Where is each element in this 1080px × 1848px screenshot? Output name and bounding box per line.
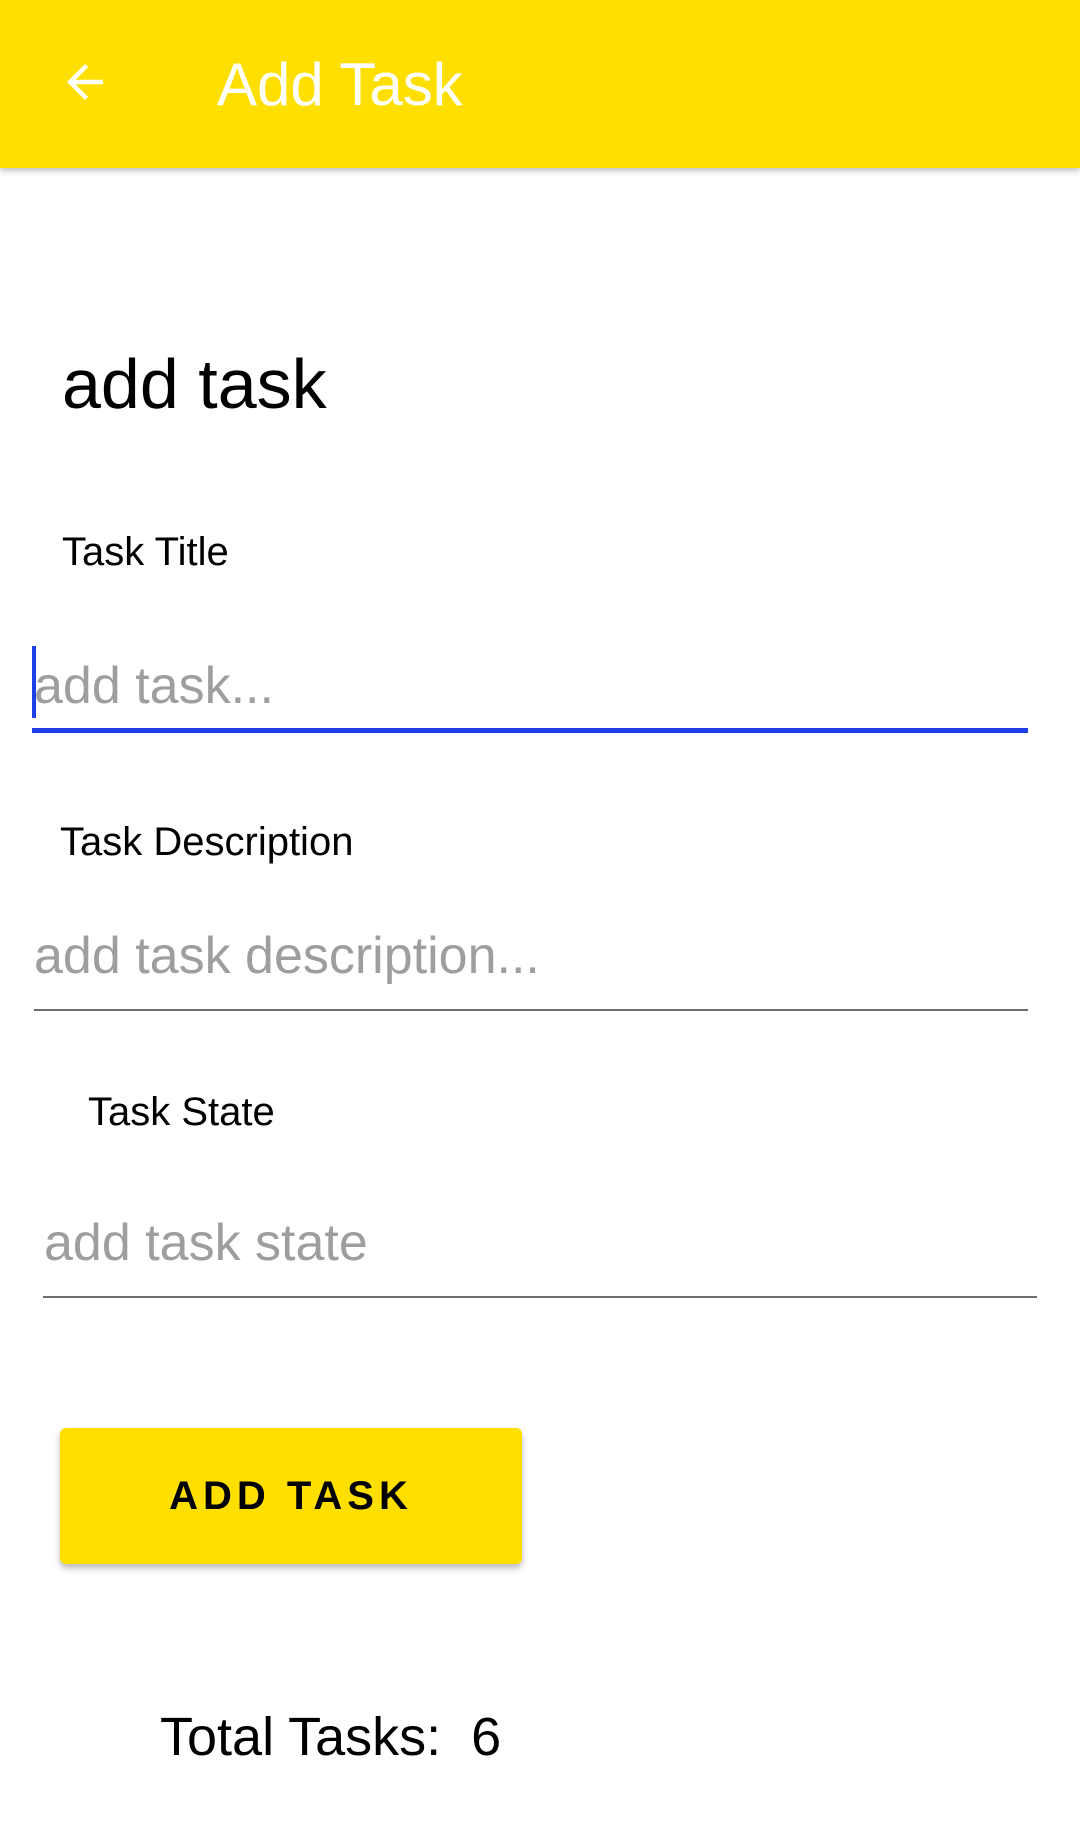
task-description-input[interactable] [34,920,1026,992]
app-bar: Add Task [0,0,1080,168]
page-heading: add task [62,345,327,423]
task-title-underline [32,728,1028,733]
app-bar-title: Add Task [217,51,463,118]
task-state-label: Task State [88,1090,275,1134]
task-description-label: Task Description [60,820,354,864]
total-tasks-label: Total Tasks: [160,1707,442,1767]
task-state-input[interactable] [44,1207,1034,1279]
arrow-left-icon [58,55,112,114]
task-description-underline [34,1009,1028,1011]
task-state-underline [43,1296,1037,1298]
back-button[interactable] [38,37,132,131]
total-tasks-summary: Total Tasks: 6 [160,1705,501,1769]
text-cursor [32,646,36,718]
total-tasks-count: 6 [471,1707,502,1767]
add-task-button[interactable]: ADD TASK [60,1428,522,1564]
task-title-input[interactable] [34,650,1026,722]
task-title-label: Task Title [62,530,229,574]
